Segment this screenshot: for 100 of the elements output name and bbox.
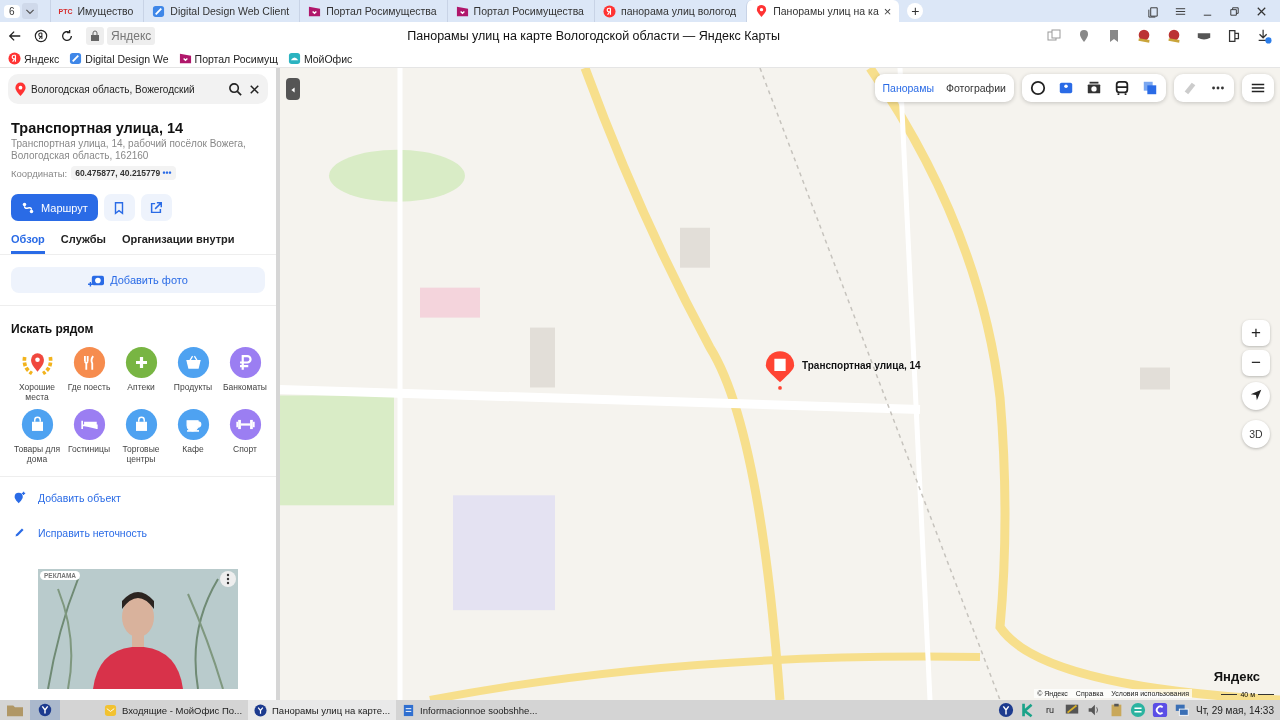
c-icon[interactable] <box>1151 702 1168 718</box>
map-pin-icon[interactable] <box>764 350 796 392</box>
section-tab[interactable]: Обзор <box>11 233 45 254</box>
yandex-browser-icon <box>254 703 268 717</box>
route-button[interactable]: Маршрут <box>11 194 98 221</box>
pencil-icon <box>13 526 26 539</box>
document-icon <box>402 703 416 717</box>
route-icon <box>21 200 35 215</box>
bookmark-link[interactable]: МойОфис <box>287 52 353 65</box>
camera-icon[interactable] <box>1086 80 1102 96</box>
search-input[interactable]: Вологодская область, Вожегодский <box>31 83 224 95</box>
download-icon[interactable] <box>1256 28 1272 44</box>
share-icon <box>149 200 164 215</box>
lock-icon <box>86 27 104 45</box>
category-link[interactable]: Хорошие места <box>11 346 63 402</box>
map-pin-label: Транспортная улица, 14 <box>802 360 921 371</box>
page-title: Панорамы улиц на карте Вологодской области — Яндекс Карты <box>407 29 780 43</box>
mode-tab[interactable]: Панорамы <box>882 82 934 94</box>
category-link[interactable]: Продукты <box>167 346 219 402</box>
category-link[interactable]: Гостиницы <box>63 408 115 464</box>
section-tab[interactable]: Организации внутри <box>121 233 235 254</box>
category-link[interactable]: Товары для дома <box>11 408 63 464</box>
more-button[interactable]: ••• <box>162 168 172 178</box>
bookmark-link[interactable]: Digital Design We <box>69 52 169 65</box>
puzzle-icon[interactable] <box>1226 28 1242 44</box>
clock[interactable]: Чт, 29 мая, 14:33 <box>1195 704 1274 716</box>
browser-tab[interactable]: Портал Росимущества <box>299 0 445 22</box>
category-link[interactable]: Банкоматы <box>219 346 271 402</box>
restore-icon[interactable] <box>1228 4 1241 18</box>
tab-title: Имущество <box>77 5 134 17</box>
keyboard-layout[interactable]: ru <box>1045 705 1054 715</box>
tab-title: Портал Росимущества <box>473 5 584 17</box>
pin-icon <box>14 81 27 97</box>
mode-tab[interactable]: Фотографии <box>946 82 1006 94</box>
diamond-icon <box>152 4 166 18</box>
yandex-icon[interactable] <box>34 29 48 43</box>
browser-tab[interactable]: Digital Design Web Client <box>143 0 298 22</box>
browser-tab[interactable]: Портал Росимущества <box>446 0 592 22</box>
search-field[interactable]: Вологодская область, Вожегодский <box>8 74 268 104</box>
zoom-in-button[interactable]: + <box>1242 320 1270 346</box>
taskbar-window[interactable]: Informacionnoe soobshhe... <box>396 700 544 720</box>
collapse-panel-button[interactable] <box>286 78 300 100</box>
extension-icon[interactable] <box>1136 28 1152 44</box>
bus-icon[interactable] <box>1114 80 1130 96</box>
close-tab-button[interactable]: × <box>883 3 892 19</box>
browser-tab[interactable]: Панорамы улиц на ка × <box>746 0 900 22</box>
chevron-down-icon[interactable] <box>21 3 38 19</box>
category-link[interactable]: Где поесть <box>63 346 115 402</box>
network-icon[interactable] <box>1173 702 1190 718</box>
more-icon[interactable] <box>220 571 236 587</box>
diamond-icon <box>69 52 83 65</box>
bookmark-link[interactable]: Портал Росимущ <box>178 52 278 65</box>
coordinates-value[interactable]: 60.475877, 40.215779 ••• <box>71 166 176 180</box>
panorama-icon[interactable] <box>1058 80 1074 96</box>
category-link[interactable]: Спорт <box>219 408 271 464</box>
zoom-out-button[interactable]: − <box>1242 350 1270 376</box>
pin-icon <box>755 4 769 18</box>
action-link[interactable]: Исправить неточность <box>11 526 265 539</box>
taskbar-window[interactable]: Панорамы улиц на карте... <box>248 700 397 720</box>
category-link[interactable]: Кафе <box>167 408 219 464</box>
tab-title: Портал Росимущества <box>326 5 437 17</box>
reload-icon[interactable] <box>60 29 74 43</box>
add-photo-button[interactable]: Добавить фото <box>11 267 265 293</box>
mail-icon <box>104 703 117 717</box>
navigation-arrow-icon <box>1249 387 1263 402</box>
layers-icon[interactable] <box>1142 80 1158 96</box>
category-link[interactable]: Аптеки <box>115 346 167 402</box>
extension-icon[interactable] <box>1166 28 1182 44</box>
copy-icon[interactable] <box>1147 4 1160 18</box>
browser-tab[interactable]: панорама улиц вологод <box>593 0 745 22</box>
place-address: Транспортная улица, 14, рабочий посёлок Вожега, Вологодская область, 162160 <box>11 138 247 162</box>
cloud-icon <box>287 52 301 65</box>
yandex-icon <box>602 4 616 18</box>
back-icon[interactable] <box>8 29 22 43</box>
share-button[interactable] <box>140 194 172 221</box>
category-link[interactable]: Торговые центры <box>115 408 167 464</box>
bookmark-link[interactable]: Яндекс <box>8 52 60 65</box>
sync-icon[interactable] <box>1129 702 1146 718</box>
circle-icon[interactable] <box>1030 80 1046 96</box>
search-icon[interactable] <box>228 81 243 97</box>
section-tab[interactable]: Службы <box>60 233 106 254</box>
yandex-browser-icon[interactable] <box>30 700 60 720</box>
new-tab-button[interactable]: + <box>907 3 924 19</box>
flag-icon <box>455 4 469 18</box>
tab-title: панорама улиц вологод <box>620 5 737 17</box>
yandex-icon[interactable] <box>997 702 1014 718</box>
coordinates-label: Координаты: <box>11 167 68 179</box>
tab-count-button[interactable]: 6 <box>4 4 20 18</box>
map-logo: Яндекс <box>1213 669 1260 684</box>
action-link[interactable]: Добавить объект <box>11 491 265 504</box>
add-place-icon <box>13 491 26 504</box>
tab-title: Digital Design Web Client <box>170 5 290 17</box>
taskbar-window[interactable]: Входящие - МойОфис По... <box>98 700 249 720</box>
flag-icon <box>178 52 192 65</box>
bookmark-button[interactable] <box>103 194 135 221</box>
place-title: Транспортная улица, 14 <box>11 120 185 136</box>
yandex-icon <box>8 52 21 65</box>
flag-icon <box>308 4 322 18</box>
section-title: Искать рядом <box>11 322 95 336</box>
tab-title: Панорамы улиц на ка <box>773 5 879 17</box>
